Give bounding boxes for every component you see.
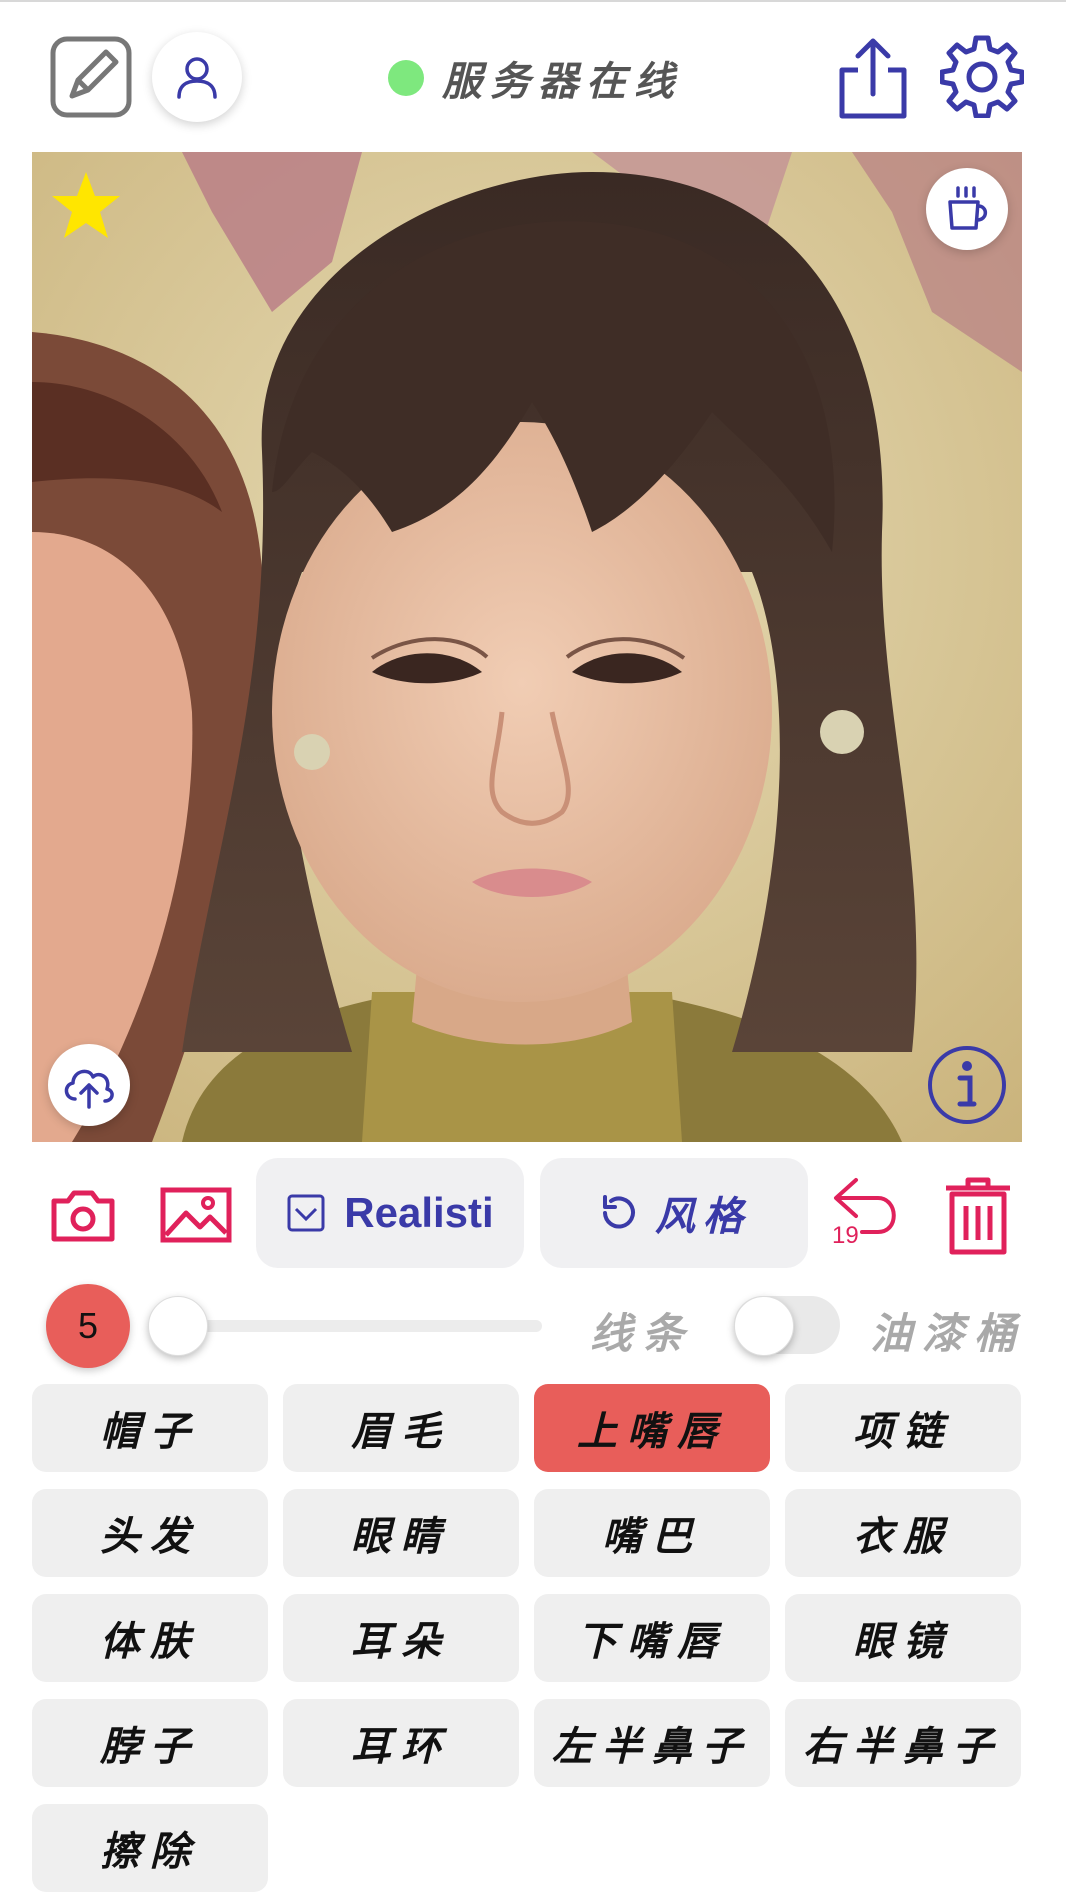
realistic-label: Realisti (344, 1189, 494, 1236)
part-button-label: 右半鼻子 (803, 1723, 1003, 1770)
part-button-label: 上嘴唇 (577, 1408, 727, 1455)
realistic-toggle-button[interactable]: Realisti (256, 1158, 524, 1268)
status-dot (388, 60, 424, 96)
server-status: 服务器在线 (388, 50, 682, 106)
part-button-label: 体肤 (100, 1618, 200, 1665)
coffee-button[interactable] (926, 168, 1008, 250)
info-icon (928, 1046, 1006, 1124)
refresh-icon (603, 1195, 635, 1229)
part-button[interactable]: 擦除 (32, 1804, 268, 1892)
part-button-label: 耳环 (351, 1723, 451, 1770)
part-button-label: 擦除 (100, 1828, 200, 1875)
style-label: 风格 (655, 1193, 751, 1240)
part-button-label: 帽子 (100, 1408, 200, 1455)
user-icon (177, 57, 217, 99)
part-button[interactable]: 眉毛 (283, 1384, 519, 1472)
part-button[interactable]: 耳环 (283, 1699, 519, 1787)
line-mode-label: 线条 (590, 1309, 695, 1358)
bucket-mode-label: 油漆桶 (870, 1309, 1027, 1358)
part-button[interactable]: 嘴巴 (534, 1489, 770, 1577)
portrait-image (32, 152, 1022, 1142)
part-button-label: 眼睛 (351, 1513, 451, 1560)
user-button[interactable] (152, 32, 242, 122)
part-button[interactable]: 眼睛 (283, 1489, 519, 1577)
part-button-label: 眼镜 (853, 1618, 953, 1665)
part-button[interactable]: 右半鼻子 (785, 1699, 1021, 1787)
brush-size-value: 5 (77, 1305, 99, 1346)
star-icon (52, 172, 120, 238)
photo-canvas[interactable] (32, 152, 1022, 1142)
delete-button[interactable] (938, 1172, 1018, 1258)
part-button[interactable]: 帽子 (32, 1384, 268, 1472)
part-button-label: 头发 (100, 1513, 200, 1560)
upload-button[interactable] (48, 1044, 130, 1126)
bucket-mode-switch-knob (734, 1296, 794, 1356)
top-divider (0, 0, 1066, 2)
brush-size-badge: 5 (46, 1284, 130, 1368)
bucket-mode-switch[interactable] (734, 1296, 840, 1356)
part-button[interactable]: 上嘴唇 (534, 1384, 770, 1472)
favorite-star[interactable] (48, 168, 124, 244)
camera-icon (51, 1190, 115, 1242)
style-button[interactable]: 风格 (540, 1158, 808, 1268)
settings-icon (940, 35, 1024, 118)
brush-size-slider[interactable] (150, 1320, 542, 1332)
part-button[interactable]: 脖子 (32, 1699, 268, 1787)
undo-count: 19 (832, 1222, 859, 1249)
part-button-label: 项链 (853, 1408, 953, 1455)
part-button-label: 耳朵 (351, 1618, 451, 1665)
part-button-label: 衣服 (853, 1513, 953, 1560)
part-button-label: 嘴巴 (602, 1513, 702, 1560)
part-button[interactable]: 项链 (785, 1384, 1021, 1472)
part-button[interactable]: 体肤 (32, 1594, 268, 1682)
part-button-label: 下嘴唇 (577, 1618, 727, 1665)
share-button[interactable] (836, 36, 910, 122)
checkbox-icon (287, 1194, 325, 1232)
gallery-button[interactable] (158, 1180, 234, 1250)
image-icon (160, 1187, 232, 1243)
info-button[interactable] (926, 1044, 1008, 1126)
trash-icon (946, 1177, 1010, 1255)
brush-size-slider-thumb[interactable] (148, 1296, 208, 1356)
part-button-label: 左半鼻子 (552, 1723, 752, 1770)
camera-button[interactable] (48, 1180, 118, 1250)
undo-button[interactable]: 19 (826, 1170, 906, 1252)
share-icon (839, 38, 907, 119)
part-button-label: 眉毛 (351, 1408, 451, 1455)
part-button-label: 脖子 (100, 1723, 200, 1770)
part-button[interactable]: 下嘴唇 (534, 1594, 770, 1682)
part-button[interactable]: 眼镜 (785, 1594, 1021, 1682)
upload-cloud-icon (64, 1069, 114, 1109)
settings-button[interactable] (940, 34, 1024, 118)
part-button[interactable]: 头发 (32, 1489, 268, 1577)
part-button[interactable]: 耳朵 (283, 1594, 519, 1682)
coffee-icon (948, 186, 988, 230)
status-text: 服务器在线 (442, 58, 682, 105)
edit-icon (50, 36, 132, 118)
part-button[interactable]: 衣服 (785, 1489, 1021, 1577)
edit-button[interactable] (50, 36, 132, 118)
part-button[interactable]: 左半鼻子 (534, 1699, 770, 1787)
